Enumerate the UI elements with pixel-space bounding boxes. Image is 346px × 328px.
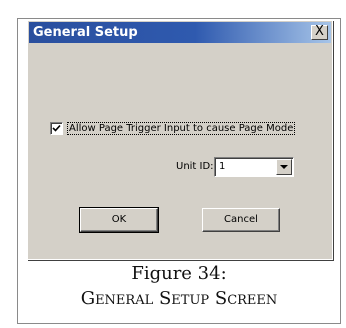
general-setup-dialog: General Setup X Allow Page Trigger Input… (27, 20, 333, 260)
close-icon: X (315, 24, 324, 39)
unit-id-select[interactable]: 1 (214, 157, 294, 177)
page-trigger-option[interactable]: Allow Page Trigger Input to cause Page M… (50, 122, 296, 135)
dropdown-button[interactable] (276, 159, 292, 175)
title-bar[interactable]: General Setup X (29, 22, 331, 43)
chevron-down-icon (280, 165, 288, 169)
ok-button[interactable]: OK (79, 207, 159, 233)
figure-title: General Setup Screen (80, 288, 278, 309)
unit-id-label: Unit ID: (176, 161, 214, 172)
figure-caption: Figure 34: General Setup Screen (17, 262, 341, 312)
unit-id-value: 1 (219, 161, 226, 172)
checkmark-icon (52, 124, 61, 132)
close-button[interactable]: X (311, 25, 328, 40)
page-trigger-checkbox[interactable] (50, 122, 63, 135)
figure-number: Figure 34: (131, 263, 227, 284)
dialog-title: General Setup (33, 25, 138, 40)
page-trigger-label[interactable]: Allow Page Trigger Input to cause Page M… (67, 122, 296, 135)
cancel-button[interactable]: Cancel (202, 208, 280, 232)
